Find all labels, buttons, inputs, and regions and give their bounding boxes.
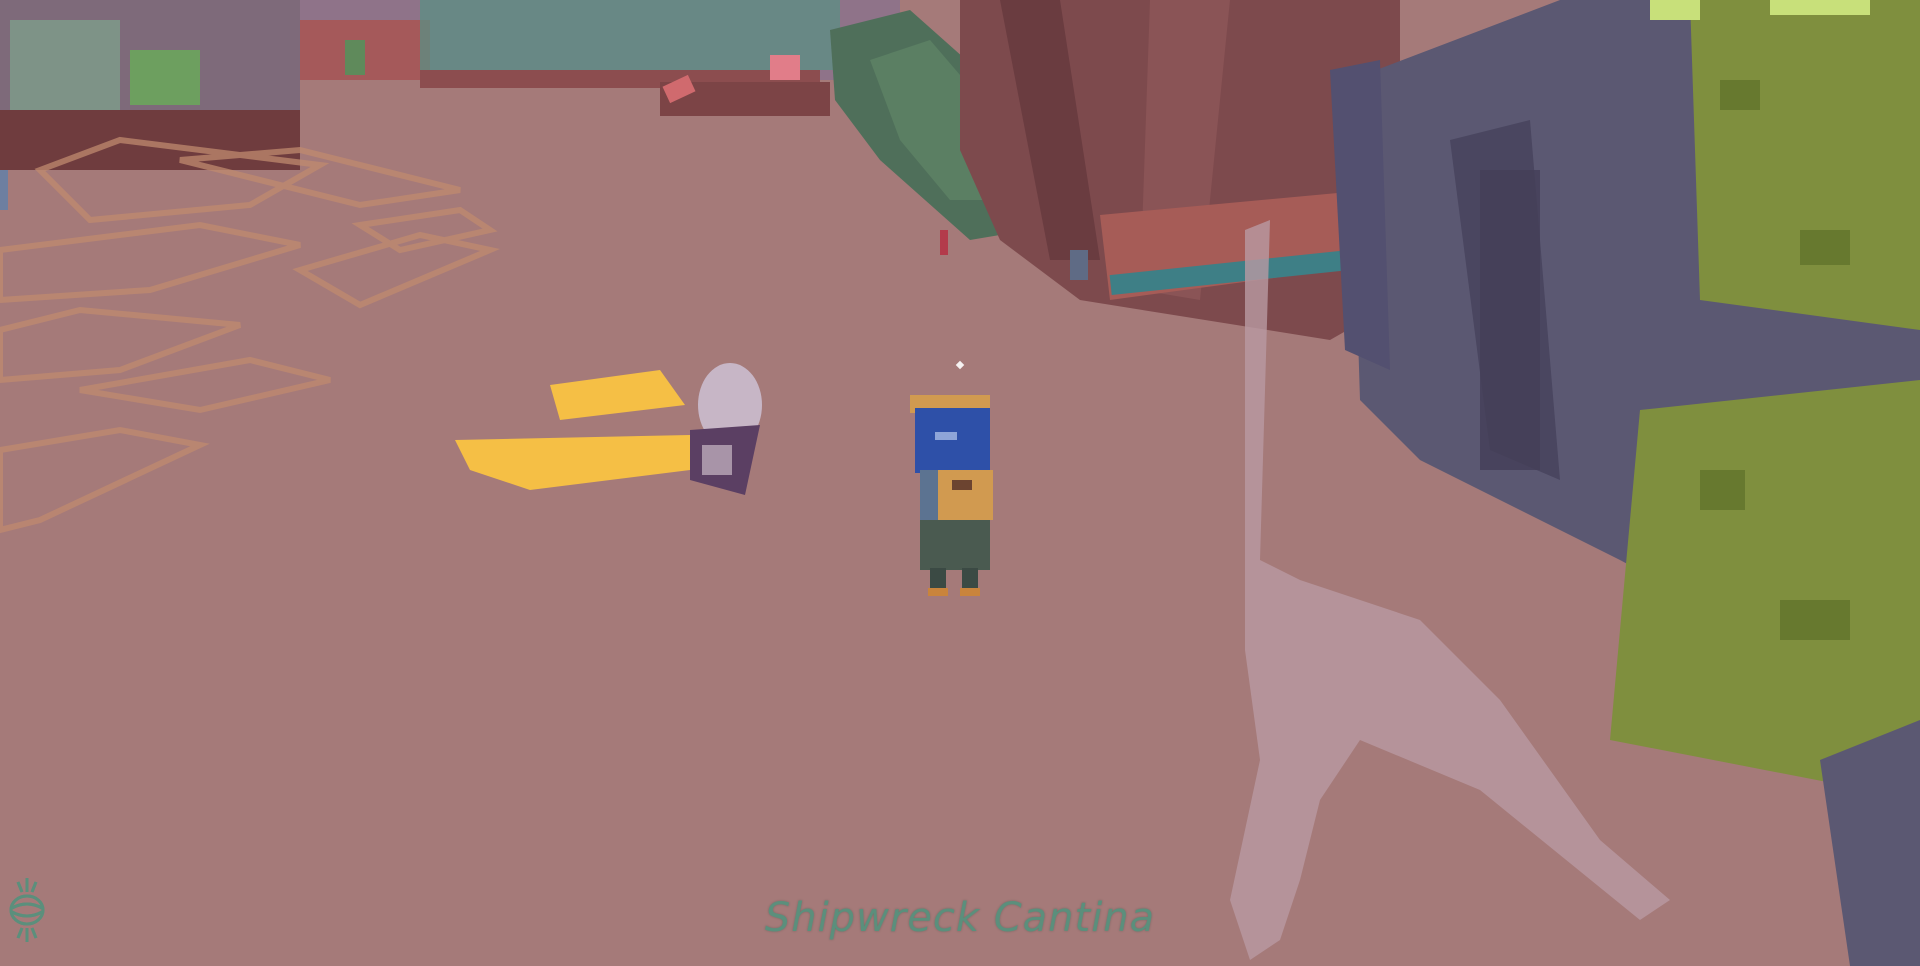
game-viewport[interactable]: Shipwreck Cantina — [0, 0, 1920, 966]
world-render — [0, 0, 1920, 966]
player-character — [910, 395, 993, 596]
location-name: Shipwreck Cantina — [764, 895, 1156, 941]
location-banner: Shipwreck Cantina — [0, 870, 1920, 966]
compass-sigil-icon — [9, 878, 45, 942]
